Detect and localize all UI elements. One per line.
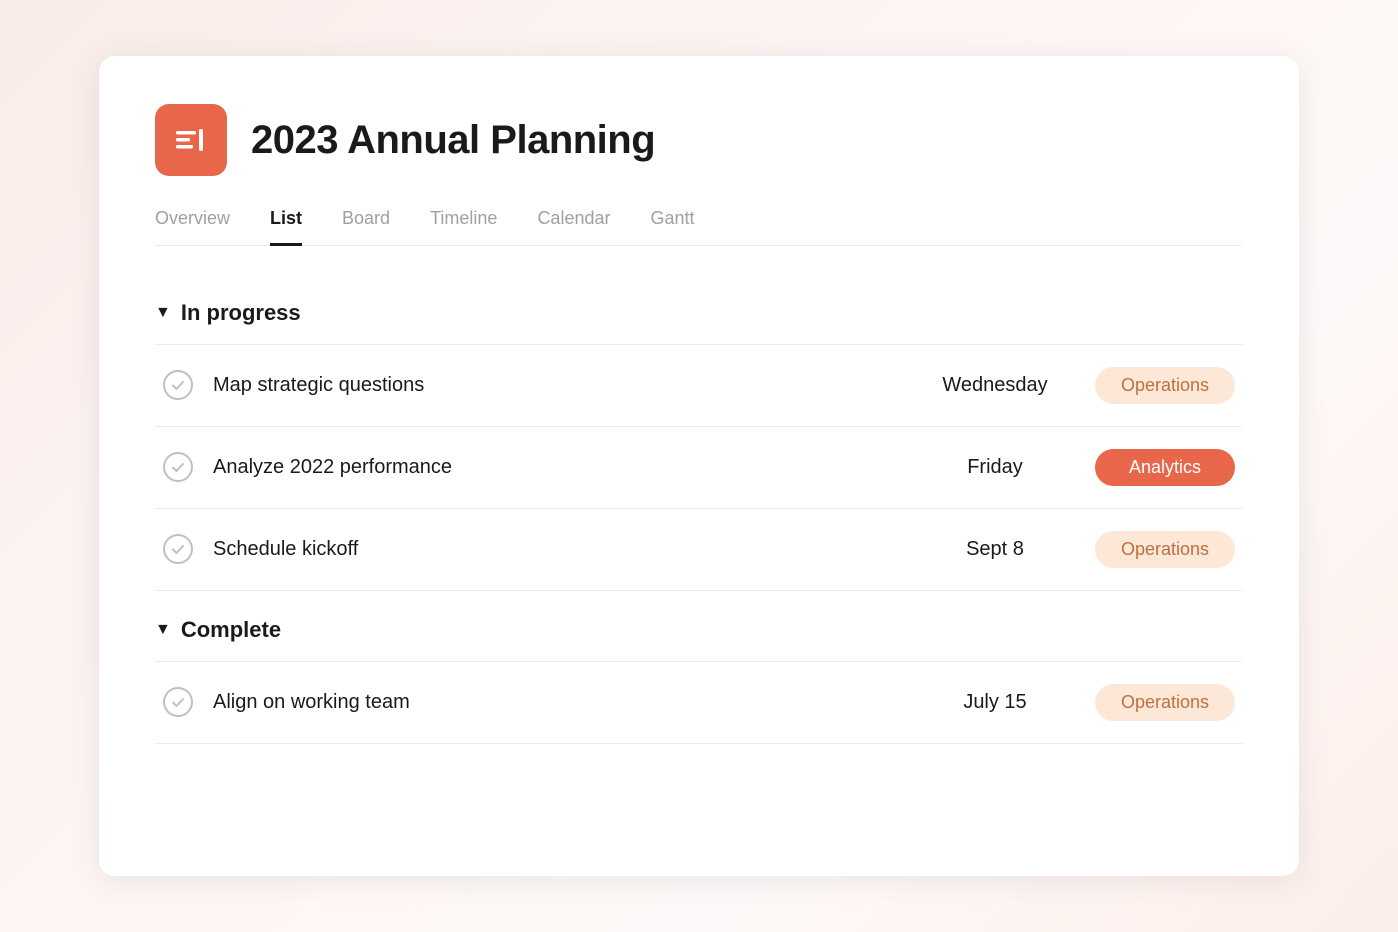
section-title-in-progress: In progress: [181, 300, 301, 326]
tab-board[interactable]: Board: [342, 208, 390, 246]
chevron-down-icon: ▼: [155, 621, 171, 639]
table-row: Map strategic questions Wednesday Operat…: [155, 345, 1243, 427]
in-progress-task-list: Map strategic questions Wednesday Operat…: [155, 344, 1243, 591]
task-check-icon[interactable]: [163, 370, 193, 400]
table-row: Align on working team July 15 Operations: [155, 662, 1243, 744]
table-row: Analyze 2022 performance Friday Analytic…: [155, 427, 1243, 509]
tab-list[interactable]: List: [270, 208, 302, 246]
complete-task-list: Align on working team July 15 Operations: [155, 661, 1243, 744]
page-title: 2023 Annual Planning: [251, 118, 655, 163]
task-date: Sept 8: [895, 538, 1095, 561]
task-name: Analyze 2022 performance: [213, 456, 895, 479]
section-header-complete: ▼ Complete: [155, 599, 1243, 661]
app-icon: [155, 104, 227, 176]
task-name: Align on working team: [213, 691, 895, 714]
task-name: Schedule kickoff: [213, 538, 895, 561]
table-row: Schedule kickoff Sept 8 Operations: [155, 509, 1243, 591]
task-tag[interactable]: Operations: [1095, 684, 1235, 721]
task-date: July 15: [895, 691, 1095, 714]
section-header-in-progress: ▼ In progress: [155, 282, 1243, 344]
task-tag[interactable]: Operations: [1095, 367, 1235, 404]
task-check-icon[interactable]: [163, 452, 193, 482]
task-tag[interactable]: Analytics: [1095, 449, 1235, 486]
section-title-complete: Complete: [181, 617, 281, 643]
task-date: Friday: [895, 456, 1095, 479]
tab-bar: Overview List Board Timeline Calendar Ga…: [155, 208, 1243, 246]
task-check-icon[interactable]: [163, 534, 193, 564]
tab-calendar[interactable]: Calendar: [537, 208, 610, 246]
tab-timeline[interactable]: Timeline: [430, 208, 497, 246]
page-header: 2023 Annual Planning: [155, 104, 1243, 176]
task-check-icon[interactable]: [163, 687, 193, 717]
task-date: Wednesday: [895, 374, 1095, 397]
section-in-progress: ▼ In progress Map strategic questions We…: [155, 282, 1243, 591]
tab-overview[interactable]: Overview: [155, 208, 230, 246]
task-tag[interactable]: Operations: [1095, 531, 1235, 568]
chevron-down-icon: ▼: [155, 304, 171, 322]
task-name: Map strategic questions: [213, 374, 895, 397]
main-card: 2023 Annual Planning Overview List Board…: [99, 56, 1299, 876]
section-complete: ▼ Complete Align on working team July 15…: [155, 599, 1243, 744]
tab-gantt[interactable]: Gantt: [650, 208, 694, 246]
